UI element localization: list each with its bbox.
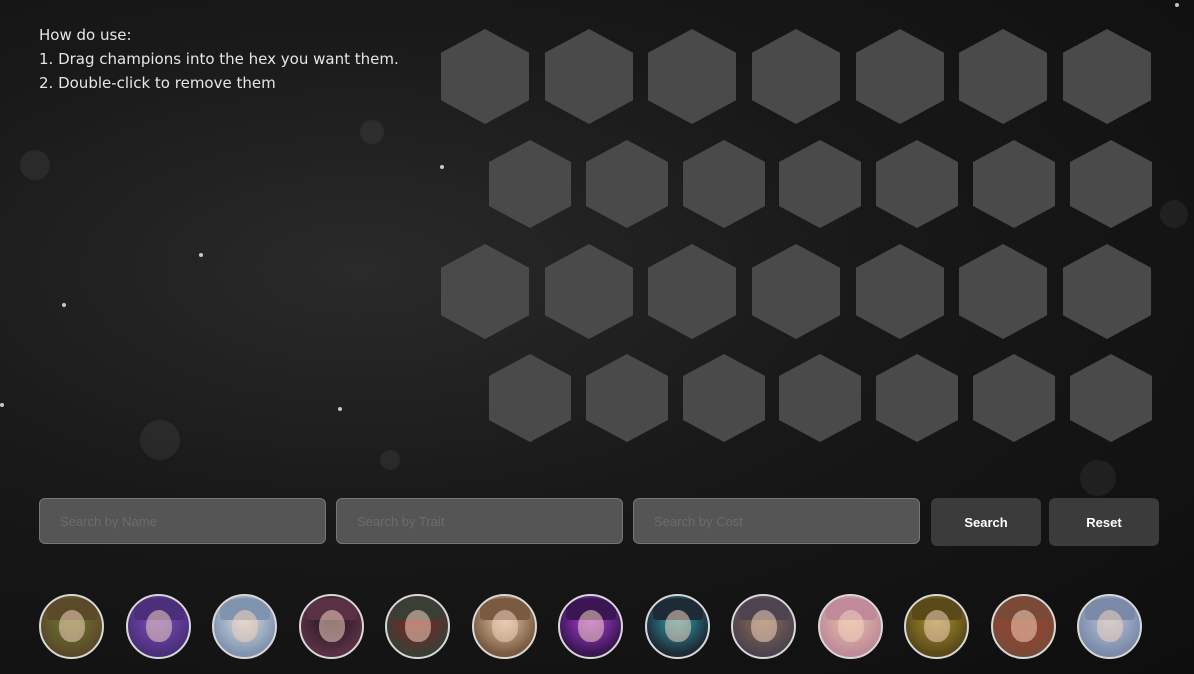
board-hex[interactable] [545,244,633,339]
board-hex[interactable] [779,354,861,442]
board-hex[interactable] [973,140,1055,228]
board-hex[interactable] [545,29,633,124]
board-hex[interactable] [1063,29,1151,124]
champion-portrait-purple-void[interactable] [558,594,623,659]
board-hex[interactable] [752,244,840,339]
champion-portrait-dark-hair-woman[interactable] [299,594,364,659]
champion-portrait-golden-lizard[interactable] [904,594,969,659]
search-bar: Search Reset [39,498,1159,546]
board-hex[interactable] [441,29,529,124]
portrait-face-shape [665,610,691,642]
portrait-face-shape [405,610,431,642]
board-hex[interactable] [779,140,861,228]
portrait-face-shape [751,610,777,642]
champion-roster [39,594,1159,664]
bokeh-light [1080,460,1116,496]
portrait-face-shape [1011,610,1037,642]
champion-portrait-yordle-girl[interactable] [818,594,883,659]
champion-portrait-dark-creature[interactable] [645,594,710,659]
hex-board [0,0,1194,460]
reset-button[interactable]: Reset [1049,498,1159,546]
board-hex[interactable] [1063,244,1151,339]
board-hex[interactable] [856,244,944,339]
board-hex[interactable] [1070,354,1152,442]
search-name-input[interactable] [39,498,326,544]
portrait-face-shape [232,610,258,642]
champion-portrait-golden-helmet[interactable] [472,594,537,659]
board-hex[interactable] [973,354,1055,442]
portrait-face-shape [492,610,518,642]
board-hex[interactable] [959,29,1047,124]
portrait-face-shape [319,610,345,642]
champion-portrait-purple-beast[interactable] [126,594,191,659]
board-hex[interactable] [489,140,571,228]
champion-portrait-blue-yordle[interactable] [1077,594,1142,659]
board-hex[interactable] [1070,140,1152,228]
board-hex[interactable] [876,354,958,442]
board-hex[interactable] [752,29,840,124]
portrait-face-shape [146,610,172,642]
board-hex[interactable] [586,140,668,228]
board-hex[interactable] [856,29,944,124]
board-hex[interactable] [876,140,958,228]
board-hex[interactable] [683,354,765,442]
board-hex[interactable] [489,354,571,442]
search-trait-input[interactable] [336,498,623,544]
portrait-face-shape [578,610,604,642]
search-button[interactable]: Search [931,498,1041,546]
board-hex[interactable] [586,354,668,442]
champion-portrait-green-elf[interactable] [39,594,104,659]
champion-portrait-red-hair-woman[interactable] [991,594,1056,659]
champion-portrait-white-knight[interactable] [212,594,277,659]
portrait-face-shape [1097,610,1123,642]
portrait-face-shape [838,610,864,642]
board-hex[interactable] [683,140,765,228]
champion-portrait-masked-warrior[interactable] [385,594,450,659]
champion-portrait-brown-hair[interactable] [731,594,796,659]
board-hex[interactable] [441,244,529,339]
board-hex[interactable] [648,29,736,124]
portrait-face-shape [924,610,950,642]
board-hex[interactable] [959,244,1047,339]
portrait-face-shape [59,610,85,642]
board-hex[interactable] [648,244,736,339]
search-cost-input[interactable] [633,498,920,544]
